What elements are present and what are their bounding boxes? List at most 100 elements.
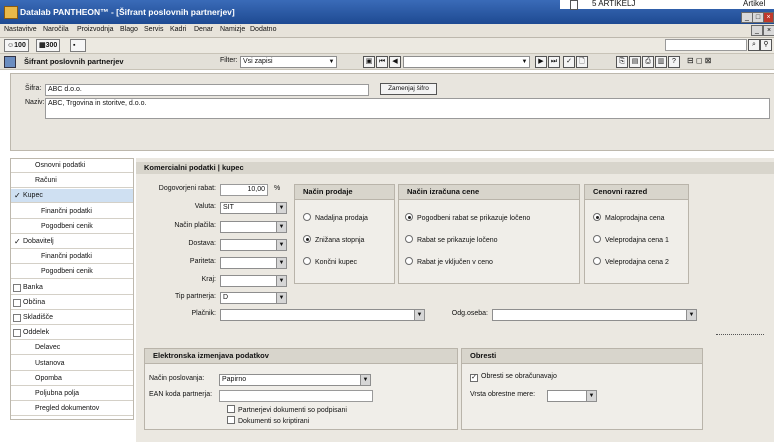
- partners-icon[interactable]: ▪: [70, 39, 86, 52]
- nav-item[interactable]: Oddelek: [11, 326, 133, 341]
- obresti-group: Obresti ✓ Obresti se obračunavajo Vrsta o…: [461, 348, 703, 430]
- next-record-icon[interactable]: ▶: [535, 56, 547, 68]
- nav-item[interactable]: Pogodbeni cenik: [11, 265, 133, 280]
- mdi-close-icon[interactable]: ×: [763, 25, 774, 36]
- menu-dodatno[interactable]: Dodatno: [250, 26, 276, 33]
- close-icon[interactable]: ×: [763, 12, 774, 23]
- form-header: Šifrant poslovnih partnerjev Filter: Vsi…: [0, 54, 774, 70]
- tip-partnerja-dropdown[interactable]: D ▼: [220, 292, 287, 304]
- nav-item-label: Delavec: [35, 344, 61, 352]
- nav-item[interactable]: Pregled dokumentov: [11, 402, 133, 417]
- prev-record-icon[interactable]: ◀: [389, 56, 401, 68]
- cenovni-razred-option-0[interactable]: Maloprodajna cena: [593, 213, 665, 222]
- obresti-checkbox[interactable]: ✓ Obresti se obračunavajo: [470, 373, 557, 382]
- first-record-icon[interactable]: ⏮: [376, 56, 388, 68]
- nacin-prodaje-option-2[interactable]: Končni kupec: [303, 257, 357, 266]
- menu-servis[interactable]: Servis: [144, 26, 163, 33]
- nav-item-label: Računi: [35, 177, 57, 185]
- kriptirani-checkbox[interactable]: Dokumenti so kriptirani: [227, 416, 309, 425]
- naziv-field[interactable]: ABC, Trgovina in storitve, d.o.o.: [45, 98, 770, 119]
- last-record-icon[interactable]: ⏭: [548, 56, 560, 68]
- export-icon[interactable]: ▥: [655, 56, 667, 68]
- menu-denar[interactable]: Denar: [194, 26, 213, 33]
- menu-narocila[interactable]: Naročila: [43, 26, 69, 33]
- quick-search-input[interactable]: [665, 39, 747, 51]
- nav-item[interactable]: ✓ Dobavitelj: [11, 235, 133, 249]
- nacin-prodaje-group: Način prodaje Nadaljna prodaja Znižana s…: [294, 184, 395, 284]
- nav-item[interactable]: Skladišče: [11, 311, 133, 325]
- cenovni-razred-option-2[interactable]: Veleprodajna cena 2: [593, 257, 669, 266]
- nav-item[interactable]: Pogodbeni cenik: [11, 220, 133, 234]
- nav-item[interactable]: Finančni podatki: [11, 250, 133, 265]
- pariteta-dropdown[interactable]: ▼: [220, 257, 287, 269]
- odg-oseba-dropdown[interactable]: ▼: [492, 309, 697, 321]
- toolbar-button-300[interactable]: ▦300: [36, 39, 61, 52]
- nav-item[interactable]: Poljubna polja: [11, 387, 133, 401]
- rabat-field[interactable]: 10,00: [220, 184, 268, 196]
- nav-item[interactable]: Finančni podatki: [11, 205, 133, 219]
- nav-item[interactable]: Opomba: [11, 372, 133, 386]
- copy-icon[interactable]: ⎘: [616, 56, 628, 68]
- nav-item[interactable]: Banka: [11, 281, 133, 295]
- nacin-placila-dropdown[interactable]: ▼: [220, 221, 287, 233]
- ean-koda-field[interactable]: [219, 390, 373, 402]
- menu-kadri[interactable]: Kadri: [170, 26, 186, 33]
- nav-item[interactable]: Občina: [11, 296, 133, 310]
- nav-item[interactable]: Delavec: [11, 341, 133, 356]
- placnik-dropdown[interactable]: ▼: [220, 309, 425, 321]
- nav-item-label: Opomba: [35, 374, 62, 382]
- window-title: Datalab PANTHEON™ - [Šifrant poslovnih p…: [20, 7, 235, 17]
- new-record-icon[interactable]: 🗋: [576, 56, 588, 68]
- podpisani-checkbox[interactable]: Partnerjevi dokumenti so podpisani: [227, 405, 347, 414]
- menu-proizvodnja[interactable]: Proizvodnja: [77, 26, 114, 33]
- window-controls-icon[interactable]: ⊟ ◻ ⊠: [687, 56, 712, 65]
- nacin-izracuna-option-0[interactable]: Pogodbeni rabat se prikazuje ločeno: [405, 213, 530, 222]
- vrsta-obrestne-dropdown[interactable]: ▼: [547, 390, 597, 402]
- nacin-prodaje-option-0[interactable]: Nadaljna prodaja: [303, 213, 368, 222]
- refresh-icon[interactable]: ▣: [363, 56, 375, 68]
- radio-icon: [405, 213, 413, 221]
- nav-item[interactable]: Osnovni podatki: [11, 159, 133, 173]
- commercial-header: Komercialni podatki | kupec: [136, 162, 774, 174]
- checkbox-icon: [13, 283, 21, 292]
- mdi-minimize-icon[interactable]: _: [751, 25, 763, 36]
- valuta-dropdown[interactable]: SIT ▼: [220, 202, 287, 214]
- nacin-izracuna-header: Način izračuna cene: [399, 185, 579, 200]
- nav-item-label: Pregled dokumentov: [35, 405, 100, 413]
- filter-value: Vsi zapisi: [243, 58, 273, 65]
- filter-dropdown[interactable]: Vsi zapisi ▼: [240, 56, 337, 68]
- confirm-icon[interactable]: ✓: [563, 56, 575, 68]
- dostava-dropdown[interactable]: ▼: [220, 239, 287, 251]
- help-icon[interactable]: ?: [668, 56, 680, 68]
- kraj-dropdown[interactable]: ▼: [220, 275, 287, 287]
- rabat-label: Dogovorjeni rabat:: [158, 185, 216, 192]
- nav-item[interactable]: Ustanova: [11, 357, 133, 371]
- zoom-icon[interactable]: ⚲: [760, 39, 772, 51]
- nav-item-label: Pogodbeni cenik: [41, 268, 93, 276]
- print-icon[interactable]: ⎙: [642, 56, 654, 68]
- sifra-field[interactable]: ABC d.o.o.: [45, 84, 369, 96]
- record-selector[interactable]: ▼: [403, 56, 530, 68]
- chevron-down-icon: ▼: [520, 57, 529, 67]
- checkbox-icon: [13, 314, 21, 322]
- zamenjaj-sifro-button[interactable]: Zamenjaj šifro: [380, 83, 437, 95]
- document-icon[interactable]: ▤: [629, 56, 641, 68]
- check-icon: ✓: [470, 374, 478, 382]
- nacin-izracuna-option-1[interactable]: Rabat se prikazuje ločeno: [405, 235, 498, 244]
- chevron-down-icon: ▼: [276, 240, 286, 250]
- nacin-poslovanja-dropdown[interactable]: Papirno ▼: [219, 374, 371, 386]
- menu-namizje[interactable]: Namizje: [220, 26, 245, 33]
- nav-item[interactable]: Računi: [11, 174, 133, 189]
- search-icon[interactable]: ⌕: [748, 39, 760, 51]
- nacin-prodaje-option-1[interactable]: Znižana stopnja: [303, 235, 364, 244]
- cenovni-razred-option-1[interactable]: Veleprodajna cena 1: [593, 235, 669, 244]
- nav-item[interactable]: ✓ Kupec: [11, 189, 133, 204]
- menu-nastavitve[interactable]: Nastavitve: [4, 26, 37, 33]
- rabat-unit: %: [274, 185, 281, 192]
- menu-blago[interactable]: Blago: [120, 26, 138, 33]
- edi-group: Elektronska izmenjava podatkov Način pos…: [144, 348, 458, 430]
- toolbar-button-100[interactable]: ☺100: [4, 39, 29, 52]
- nacin-poslovanja-value: Papirno: [222, 376, 247, 383]
- nacin-izracuna-option-2[interactable]: Rabat je vključen v ceno: [405, 257, 493, 266]
- nav-item-label: Občina: [23, 298, 46, 306]
